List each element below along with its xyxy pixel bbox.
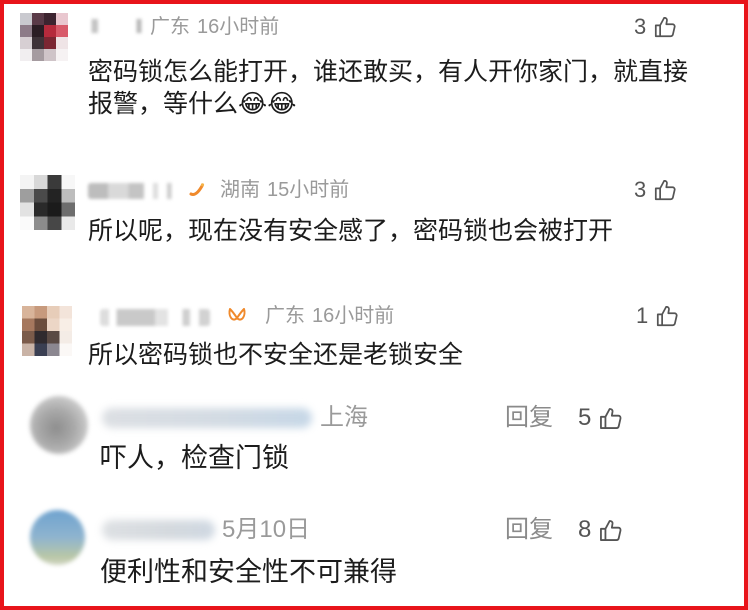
username-blurred[interactable] bbox=[88, 19, 150, 33]
location-label: 湖南 bbox=[220, 179, 260, 201]
username-blurred[interactable] bbox=[100, 309, 210, 326]
reply-button[interactable]: 回复 bbox=[505, 516, 553, 544]
comment-text: 吓人，检查门锁 bbox=[100, 443, 289, 473]
comment-text: 所以密码锁也不安全还是老锁安全 bbox=[88, 341, 464, 369]
avatar[interactable] bbox=[20, 175, 75, 230]
like-button[interactable]: 3 bbox=[634, 177, 678, 203]
avatar[interactable] bbox=[20, 13, 68, 61]
timestamp: 16小时前 bbox=[312, 305, 395, 327]
comment-text: 便利性和安全性不可兼得 bbox=[100, 557, 397, 587]
like-button[interactable]: 5 bbox=[578, 404, 624, 432]
comment-text: 密码锁怎么能打开，谁还敢买，有人开你家门，就直接报警，等什么😂😂 bbox=[88, 58, 689, 118]
thumbs-up-icon bbox=[597, 517, 624, 544]
timestamp: 16小时前 bbox=[197, 16, 280, 38]
username-blurred[interactable] bbox=[102, 408, 312, 428]
fan-badge-icon bbox=[228, 308, 246, 321]
like-count: 3 bbox=[634, 177, 647, 202]
like-button[interactable]: 1 bbox=[636, 303, 680, 329]
thumbs-up-icon bbox=[597, 405, 624, 432]
timestamp: 15小时前 bbox=[267, 179, 350, 201]
location-label: 广东 bbox=[150, 16, 190, 38]
comment-meta: 广东 16小时前 bbox=[265, 304, 394, 328]
thumbs-up-icon bbox=[652, 14, 678, 40]
like-count: 1 bbox=[636, 303, 649, 328]
like-count: 8 bbox=[578, 516, 592, 543]
comment-meta: 湖南 15小时前 bbox=[220, 178, 349, 202]
like-button[interactable]: 8 bbox=[578, 516, 624, 544]
username-blurred[interactable] bbox=[102, 520, 215, 540]
avatar[interactable] bbox=[22, 306, 72, 356]
thumbs-up-icon bbox=[654, 303, 680, 329]
comment-text: 所以呢，现在没有安全感了，密码锁也会被打开 bbox=[88, 217, 614, 245]
timestamp: 5月10日 bbox=[222, 516, 311, 543]
fan-badge-icon bbox=[189, 183, 205, 196]
like-count: 3 bbox=[634, 14, 647, 39]
like-button[interactable]: 3 bbox=[634, 14, 678, 40]
comment-meta: 广东 16小时前 bbox=[150, 15, 279, 39]
thumbs-up-icon bbox=[652, 177, 678, 203]
comment-section: 广东 16小时前 3 密码锁怎么能打开，谁还敢买，有人开你家门，就直接报警，等什么… bbox=[0, 0, 748, 610]
location-label: 广东 bbox=[265, 305, 305, 327]
avatar[interactable] bbox=[30, 396, 88, 454]
username-blurred[interactable] bbox=[88, 183, 178, 199]
location-label: 上海 bbox=[320, 404, 368, 431]
reply-button[interactable]: 回复 bbox=[505, 404, 553, 432]
like-count: 5 bbox=[578, 404, 592, 431]
avatar[interactable] bbox=[30, 510, 85, 565]
